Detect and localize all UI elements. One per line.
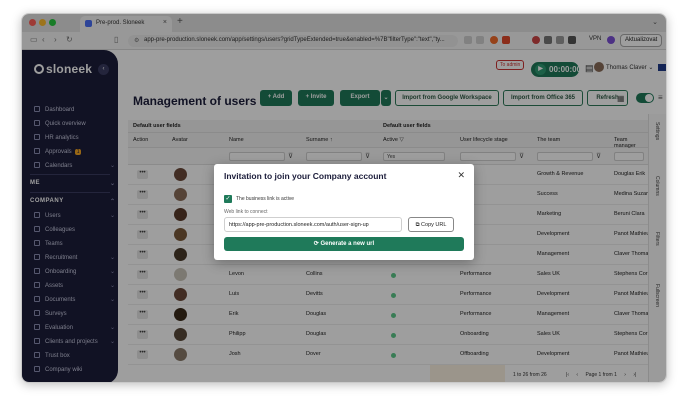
modal-title: Invitation to join your Company account — [224, 171, 387, 181]
refresh-icon: ⟳ — [313, 241, 321, 247]
web-link-field[interactable]: https://app-pre-production.sloneek.com/a… — [224, 217, 402, 232]
link-active-checkbox[interactable]: ✓ — [224, 195, 232, 203]
link-active-label: The business link is active — [236, 196, 295, 202]
close-icon[interactable]: ✕ — [457, 170, 465, 181]
invite-modal: Invitation to join your Company account … — [214, 164, 474, 260]
generate-url-button[interactable]: ⟳ Generate a new url — [224, 237, 464, 251]
generate-url-label: Generate a new url — [320, 241, 375, 247]
copy-url-label: Copy URL — [421, 222, 447, 228]
web-link-label: Web link to connect — [224, 209, 268, 215]
copy-url-button[interactable]: ⧉ Copy URL — [408, 217, 454, 232]
